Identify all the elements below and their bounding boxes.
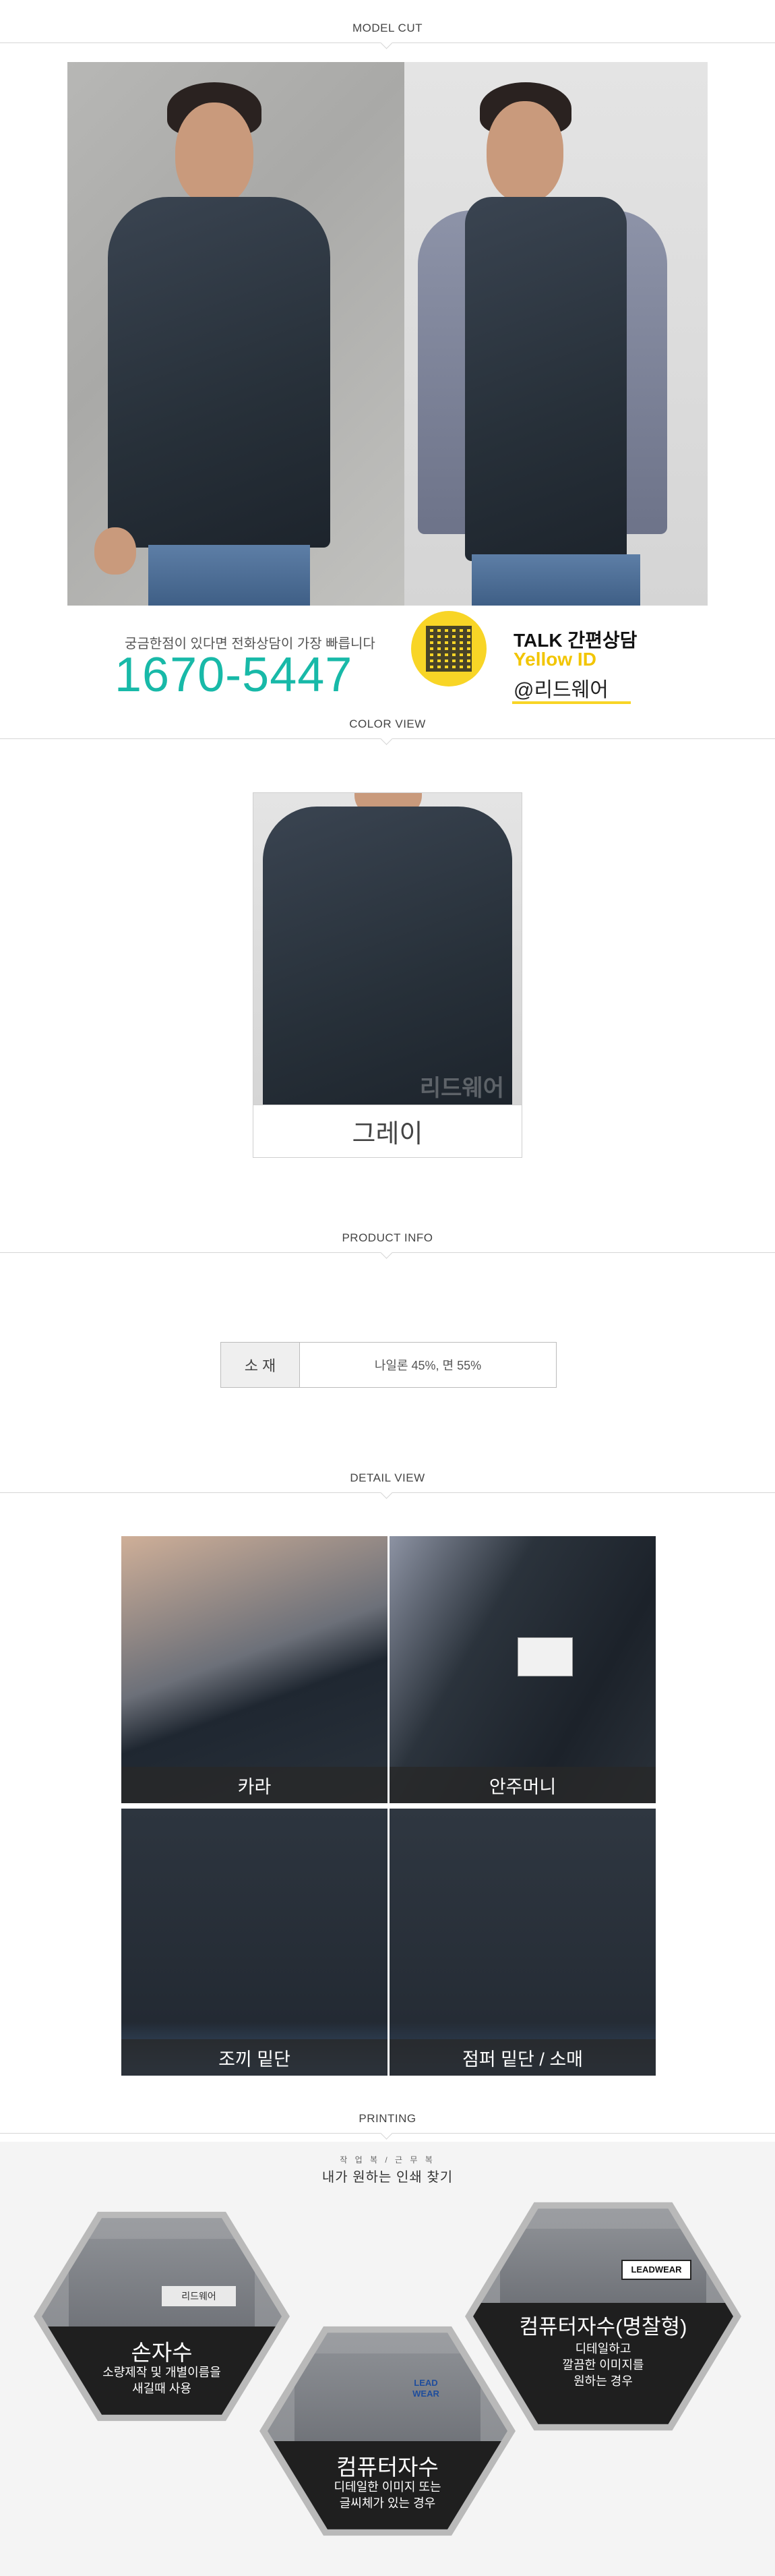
kakao-underline (512, 701, 631, 704)
print-option-desc: 깔끔한 이미지를 (562, 2358, 644, 2372)
section-title: MODEL CUT (352, 22, 423, 34)
print-option-desc: 디테일한 이미지 또는 (334, 2480, 441, 2494)
print-option-title: 컴퓨터자수(명찰형) (519, 2315, 687, 2339)
phone-number[interactable]: 1670-5447 (115, 647, 352, 703)
detail-caption: 조끼 밑단 (121, 2039, 388, 2076)
color-photo: 리드웨어 (253, 793, 522, 1105)
print-option-desc: 디테일하고 (575, 2342, 631, 2355)
kakao-qr-icon[interactable] (411, 611, 487, 686)
section-title: PRODUCT INFO (342, 1231, 433, 1244)
print-option-desc: 소량제작 및 개별이름을 (102, 2366, 221, 2379)
section-header-color-view: COLOR VIEW (0, 708, 775, 747)
section-header-printing: PRINTING (0, 2103, 775, 2142)
printing-subtitle: 내가 원하는 인쇄 찾기 (321, 2170, 454, 2185)
detail-caption: 점퍼 밑단 / 소매 (390, 2039, 656, 2076)
section-header-model-cut: MODEL CUT (0, 12, 775, 51)
detail-tile-inner-pocket[interactable]: 안주머니 (390, 1536, 656, 1803)
detail-caption: 카라 (121, 1767, 388, 1803)
section-header-detail-view: DETAIL VIEW (0, 1462, 775, 1501)
nametag-patch: LEADWEAR (621, 2260, 691, 2280)
patch-text: 리드웨어 (162, 2286, 236, 2306)
material-value: 나일론 45%, 면 55% (374, 1359, 482, 1372)
print-option-desc: 원하는 경우 (574, 2374, 633, 2388)
section-title: COLOR VIEW (349, 718, 426, 730)
watermark: 리드웨어 (419, 1076, 504, 1101)
color-card-gray[interactable]: 리드웨어 그레이 (253, 792, 522, 1158)
model-photo-vest (404, 62, 708, 606)
talk-label: TALK (514, 630, 563, 651)
talk-title: 간편상담 (567, 630, 638, 651)
kakao-id[interactable]: @리드웨어 (514, 673, 609, 703)
color-name: 그레이 (352, 1120, 423, 1148)
model-photo-jacket (67, 62, 404, 606)
detail-tile-jumper-hem-sleeve[interactable]: 점퍼 밑단 / 소매 (390, 1809, 656, 2076)
material-label: 소 재 (221, 1343, 300, 1387)
detail-tile-vest-hem[interactable]: 조끼 밑단 (121, 1809, 388, 2076)
material-table: 소 재 나일론 45%, 면 55% (220, 1342, 557, 1388)
print-option-title: 손자수 (131, 2340, 193, 2365)
section-title: DETAIL VIEW (350, 1471, 425, 1484)
patch-text: LEAD WEAR (412, 2378, 439, 2399)
section-header-product-info: PRODUCT INFO (0, 1222, 775, 1261)
print-option-title: 컴퓨터자수 (336, 2455, 439, 2480)
printing-subtitle-small: 작 업 복 / 근 무 복 (340, 2155, 435, 2165)
detail-caption: 안주머니 (390, 1767, 656, 1803)
section-title: PRINTING (359, 2112, 416, 2125)
yellow-id-label: Yellow ID (514, 649, 596, 670)
detail-tile-collar[interactable]: 카라 (121, 1536, 388, 1803)
